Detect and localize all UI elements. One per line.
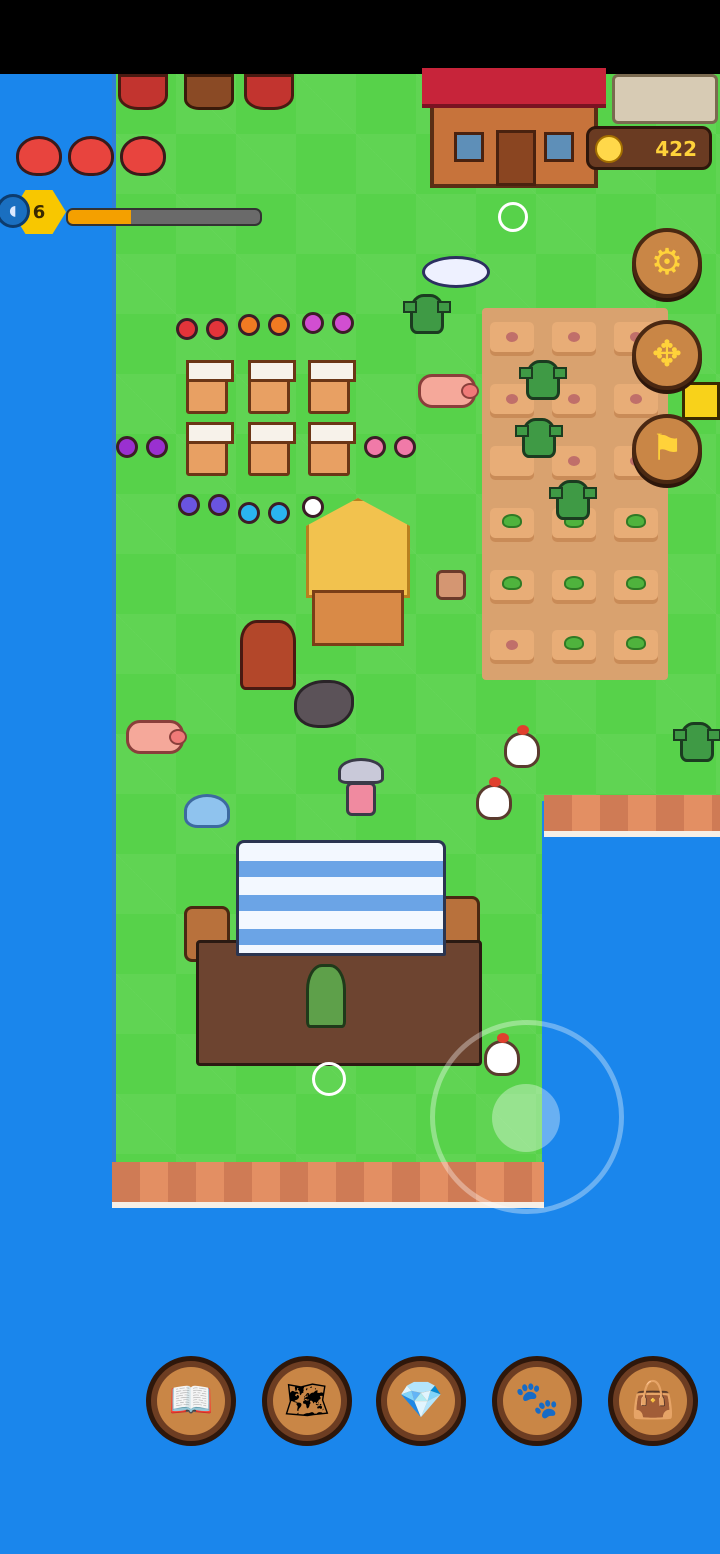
beehive[interactable]: [248, 360, 296, 414]
gem-coin-icon: 💎: [387, 1367, 455, 1435]
scarecrow[interactable]: [240, 620, 296, 690]
stone-pillar-decor: [612, 74, 718, 124]
chicken-animal[interactable]: [504, 725, 540, 768]
heart-icon: [68, 136, 114, 176]
beehive[interactable]: [186, 422, 234, 476]
tap-indicator: [498, 202, 528, 232]
pink-tulip[interactable]: [394, 436, 416, 458]
orange-lily[interactable]: [268, 314, 290, 336]
joystick-knob[interactable]: [492, 1084, 560, 1152]
xp-progress-fill: [68, 210, 132, 224]
shop-button[interactable]: 💎: [376, 1356, 466, 1446]
leather-bag-icon: 👜: [619, 1367, 687, 1435]
map-button[interactable]: 🗺: [262, 1356, 352, 1446]
farmhouse-door[interactable]: [496, 130, 536, 186]
hyacinth-flower[interactable]: [208, 494, 230, 516]
farmhouse-window: [544, 132, 574, 162]
flag-icon: ⚑: [650, 428, 684, 469]
red-flower[interactable]: [206, 318, 228, 340]
inventory-button[interactable]: 👜: [608, 1356, 698, 1446]
pink-tulip[interactable]: [364, 436, 386, 458]
purple-flower[interactable]: [302, 312, 324, 334]
farmhouse[interactable]: [422, 68, 606, 188]
status-bar: [0, 0, 720, 74]
orange-lily[interactable]: [238, 314, 260, 336]
goblin-npc[interactable]: [549, 480, 597, 520]
blue-slime[interactable]: [184, 794, 230, 828]
goblin-npc[interactable]: [515, 418, 563, 458]
stump-decor: [184, 74, 234, 110]
book-icon: 📖: [157, 1367, 225, 1435]
pig-animal[interactable]: [126, 720, 187, 754]
gear-icon: ⚙: [650, 242, 684, 283]
frog-merchant[interactable]: [306, 964, 346, 1028]
xp-progress-bar: [66, 208, 262, 226]
player-hair: [338, 758, 384, 784]
violet-flower[interactable]: [146, 436, 168, 458]
pets-button[interactable]: 🐾: [492, 1356, 582, 1446]
goblin-npc[interactable]: [519, 360, 567, 400]
heart-icon: [16, 136, 62, 176]
player-character[interactable]: [338, 758, 384, 820]
settings-button[interactable]: ⚙: [632, 228, 702, 298]
crow-companion[interactable]: [294, 680, 354, 728]
island-cliff-right: [544, 795, 720, 837]
coin-icon: [595, 135, 623, 163]
paw-icon: 🐾: [503, 1367, 571, 1435]
beehive[interactable]: [186, 360, 234, 414]
thatched-hut[interactable]: [306, 498, 410, 658]
beehive[interactable]: [308, 422, 356, 476]
move-arrows-icon: ✥: [651, 334, 683, 375]
mushroom-decor: [118, 74, 168, 110]
purple-flower[interactable]: [332, 312, 354, 334]
mushroom-decor: [244, 74, 294, 110]
hyacinth-flower[interactable]: [178, 494, 200, 516]
tap-indicator: [312, 1062, 346, 1096]
chicken-animal[interactable]: [476, 777, 512, 820]
bee-creature[interactable]: [682, 382, 720, 420]
helper-drone[interactable]: [422, 256, 490, 288]
hut-roof: [306, 498, 410, 598]
farmhouse-window: [454, 132, 484, 162]
move-mode-button[interactable]: ✥: [632, 320, 702, 390]
coin-counter[interactable]: 422: [586, 126, 712, 170]
farmhouse-roof: [422, 68, 606, 108]
heart-icon: [120, 136, 166, 176]
treasure-map-icon: 🗺: [273, 1367, 341, 1435]
goblin-npc[interactable]: [673, 722, 720, 762]
beehive[interactable]: [308, 360, 356, 414]
blue-flower[interactable]: [238, 502, 260, 524]
goblin-npc[interactable]: [403, 294, 451, 334]
flag-button[interactable]: ⚑: [632, 414, 702, 484]
hut-body: [312, 590, 404, 646]
seed-bag[interactable]: [436, 570, 466, 600]
pig-animal[interactable]: [418, 374, 479, 408]
violet-flower[interactable]: [116, 436, 138, 458]
beehive[interactable]: [248, 422, 296, 476]
player-body: [346, 782, 376, 816]
coin-value: 422: [655, 137, 697, 161]
market-stall-awning[interactable]: [236, 840, 446, 956]
journal-button[interactable]: 📖: [146, 1356, 236, 1446]
red-flower[interactable]: [176, 318, 198, 340]
blue-flower[interactable]: [268, 502, 290, 524]
level-value: 6: [32, 201, 46, 223]
